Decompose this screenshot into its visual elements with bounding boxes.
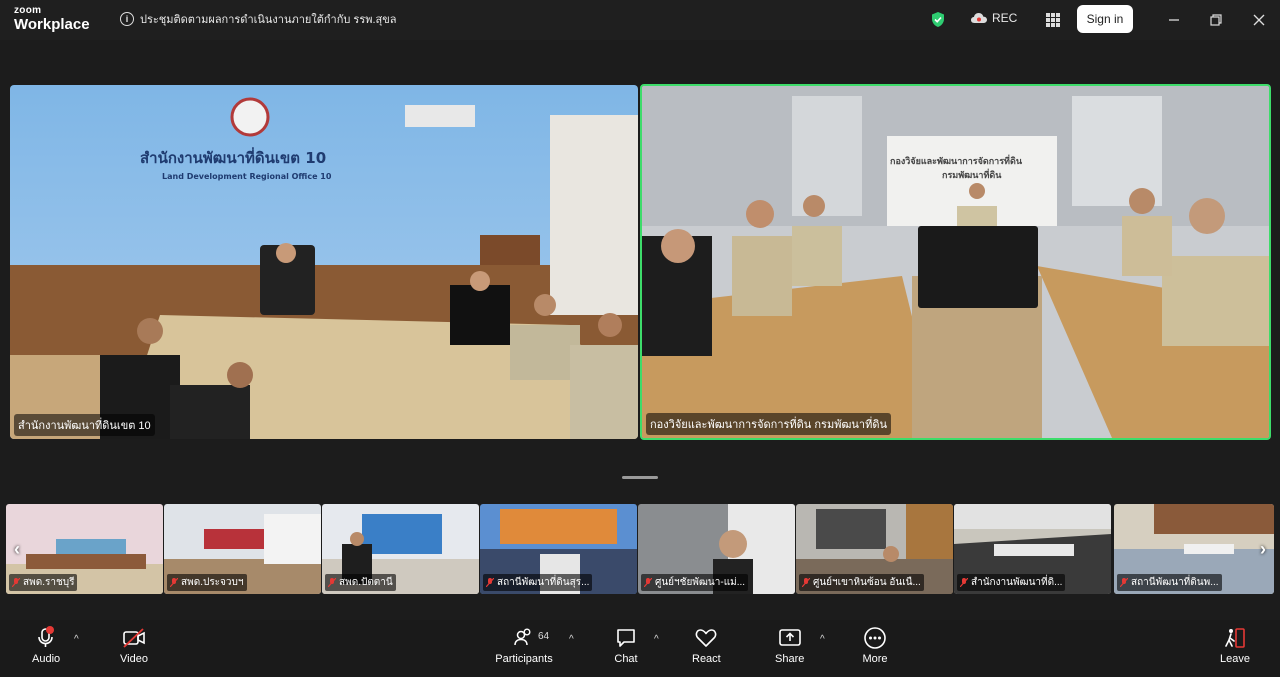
thumbnail-name: ศูนย์ฯชัยพัฒนา-แม่... <box>655 577 746 588</box>
thumbnail-name-label: สถานีพัฒนาที่ดินพ... <box>1117 574 1222 591</box>
strip-prev-button[interactable]: ‹ <box>8 536 26 562</box>
participant-video: สำนักงานพัฒนาที่ดินเขต 10 Land Developme… <box>10 85 638 439</box>
audio-button[interactable]: Audio <box>32 626 60 665</box>
leave-label: Leave <box>1220 653 1250 665</box>
share-button[interactable]: Share <box>775 626 804 665</box>
mic-muted-icon <box>11 577 21 588</box>
leave-button[interactable]: Leave <box>1220 626 1250 665</box>
participant-name: กองวิจัยและพัฒนาการจัดการที่ดิน กรมพัฒนา… <box>646 413 891 435</box>
thumbnail-name-label: ศูนย์ฯเขาหินซ้อน อันเนื... <box>799 574 924 591</box>
thumbnail-name: สพด.ประจวบฯ <box>181 577 244 588</box>
thumbnail-name: สำนักงานพัฒนาที่ดิ... <box>971 577 1063 588</box>
restore-button[interactable] <box>1204 8 1228 32</box>
view-button[interactable] <box>1040 8 1066 32</box>
thumbnail-tile[interactable]: ศูนย์ฯชัยพัฒนา-แม่... <box>638 504 795 594</box>
meeting-controls: Audio ^ Video Participants 64 ^ Chat ^ R… <box>0 620 1280 677</box>
meeting-topic: ประชุมติดตามผลการดำเนินงานภายใต้กำกับ รร… <box>140 14 397 26</box>
audio-options-chevron-icon[interactable]: ^ <box>74 634 79 645</box>
mic-muted-icon <box>485 577 495 588</box>
react-label: React <box>692 653 721 665</box>
participant-video: กองวิจัยและพัฒนาการจัดการที่ดิน กรมพัฒนา… <box>642 86 1269 438</box>
restore-icon <box>1210 14 1222 26</box>
thumbnail-name-label: สพด.ราชบุรี <box>9 574 78 591</box>
thumbnail-name: สถานีพัฒนาที่ดินพ... <box>1131 577 1219 588</box>
zoom-logo: zoom Workplace <box>14 5 90 33</box>
share-options-chevron-icon[interactable]: ^ <box>820 634 825 645</box>
thumbnail-name-label: สำนักงานพัฒนาที่ดิ... <box>957 574 1066 591</box>
chat-label: Chat <box>614 653 638 665</box>
active-speaker-tile[interactable]: กองวิจัยและพัฒนาการจัดการที่ดิน กรมพัฒนา… <box>640 84 1271 440</box>
more-button[interactable]: More <box>862 626 888 665</box>
participants-label: Participants <box>495 653 553 665</box>
title-bar: zoom Workplace i ประชุมติดตามผลการดำเนิน… <box>0 0 1280 40</box>
chevron-left-icon: ‹ <box>14 538 20 559</box>
thumbnail-name: สพด.ราชบุรี <box>23 577 75 588</box>
brand-small: zoom <box>14 5 42 16</box>
thumbnail-tile[interactable]: สำนักงานพัฒนาที่ดิ... <box>954 504 1111 594</box>
participant-name: สำนักงานพัฒนาที่ดินเขต 10 <box>14 414 155 436</box>
thumbnail-name-label: สพด.ประจวบฯ <box>167 574 247 591</box>
thumbnail-strip: สพด.ราชบุรี สพด.ประจวบฯ สพด.ปัตตานี สถาน… <box>6 504 1274 594</box>
minimize-button[interactable] <box>1162 8 1186 32</box>
audio-label: Audio <box>32 653 61 665</box>
close-icon <box>1253 14 1265 26</box>
thumbnail-tile[interactable]: สพด.ราชบุรี <box>6 504 163 594</box>
microphone-muted-icon <box>38 626 55 647</box>
grid-view-icon <box>1046 13 1060 27</box>
thumbnail-tile[interactable]: สถานีพัฒนาที่ดินสุร... <box>480 504 637 594</box>
mic-muted-icon <box>1119 577 1129 588</box>
video-button[interactable]: Video <box>120 626 148 665</box>
strip-next-button[interactable]: › <box>1254 536 1272 562</box>
office-sign: สำนักงานพัฒนาที่ดินเขต 10 <box>140 147 326 167</box>
thumbnail-tile[interactable]: สพด.ปัตตานี <box>322 504 479 594</box>
chat-button[interactable]: Chat <box>614 626 638 665</box>
chevron-right-icon: › <box>1260 538 1266 559</box>
mic-muted-icon <box>327 577 337 588</box>
close-button[interactable] <box>1247 8 1271 32</box>
heart-icon <box>695 629 717 647</box>
brand-big: Workplace <box>14 16 90 33</box>
minimize-icon <box>1169 19 1179 21</box>
thumbnail-tile[interactable]: ศูนย์ฯเขาหินซ้อน อันเนื... <box>796 504 953 594</box>
zoom-window: zoom Workplace i ประชุมติดตามผลการดำเนิน… <box>0 0 1280 677</box>
resize-handle[interactable] <box>622 476 658 479</box>
thumbnail-tile[interactable]: สพด.ประจวบฯ <box>164 504 321 594</box>
sign-in-button[interactable]: Sign in <box>1077 5 1133 33</box>
participants-options-chevron-icon[interactable]: ^ <box>569 634 574 645</box>
more-label: More <box>862 653 888 665</box>
mic-muted-icon <box>169 577 179 588</box>
office-sign-sub: Land Development Regional Office 10 <box>162 172 332 181</box>
chat-options-chevron-icon[interactable]: ^ <box>654 634 659 645</box>
thumbnail-name: ศูนย์ฯเขาหินซ้อน อันเนื... <box>813 577 921 588</box>
share-label: Share <box>775 653 805 665</box>
thumbnail-name-label: ศูนย์ฯชัยพัฒนา-แม่... <box>641 574 749 591</box>
mic-muted-icon <box>801 577 811 588</box>
video-label: Video <box>120 653 148 665</box>
mic-muted-icon <box>959 577 969 588</box>
thumbnail-name: สพด.ปัตตานี <box>339 577 393 588</box>
meeting-info[interactable]: i ประชุมติดตามผลการดำเนินงานภายใต้กำกับ … <box>120 10 397 28</box>
share-screen-icon <box>778 629 801 646</box>
thumbnail-tile[interactable]: สถานีพัฒนาที่ดินพ... <box>1114 504 1274 594</box>
cloud-record-icon <box>971 13 987 23</box>
video-off-icon <box>123 628 145 648</box>
thumbnail-name-label: สถานีพัฒนาที่ดินสุร... <box>483 574 593 591</box>
recording-indicator[interactable]: REC <box>970 11 1017 25</box>
thumbnail-name: สถานีพัฒนาที่ดินสุร... <box>497 577 590 588</box>
participants-count: 64 <box>538 631 550 642</box>
mic-muted-icon <box>643 577 653 588</box>
more-icon <box>864 627 886 649</box>
thumbnail-name-label: สพด.ปัตตานี <box>325 574 396 591</box>
leave-icon <box>1225 628 1245 648</box>
react-button[interactable]: React <box>692 626 721 665</box>
info-icon[interactable]: i <box>120 12 134 26</box>
chat-icon <box>617 629 635 647</box>
encryption-shield-icon[interactable] <box>930 11 946 28</box>
video-tile[interactable]: สำนักงานพัฒนาที่ดินเขต 10 Land Developme… <box>10 85 638 439</box>
rec-label: REC <box>992 11 1018 25</box>
video-stage: สำนักงานพัฒนาที่ดินเขต 10 Land Developme… <box>0 40 1280 620</box>
